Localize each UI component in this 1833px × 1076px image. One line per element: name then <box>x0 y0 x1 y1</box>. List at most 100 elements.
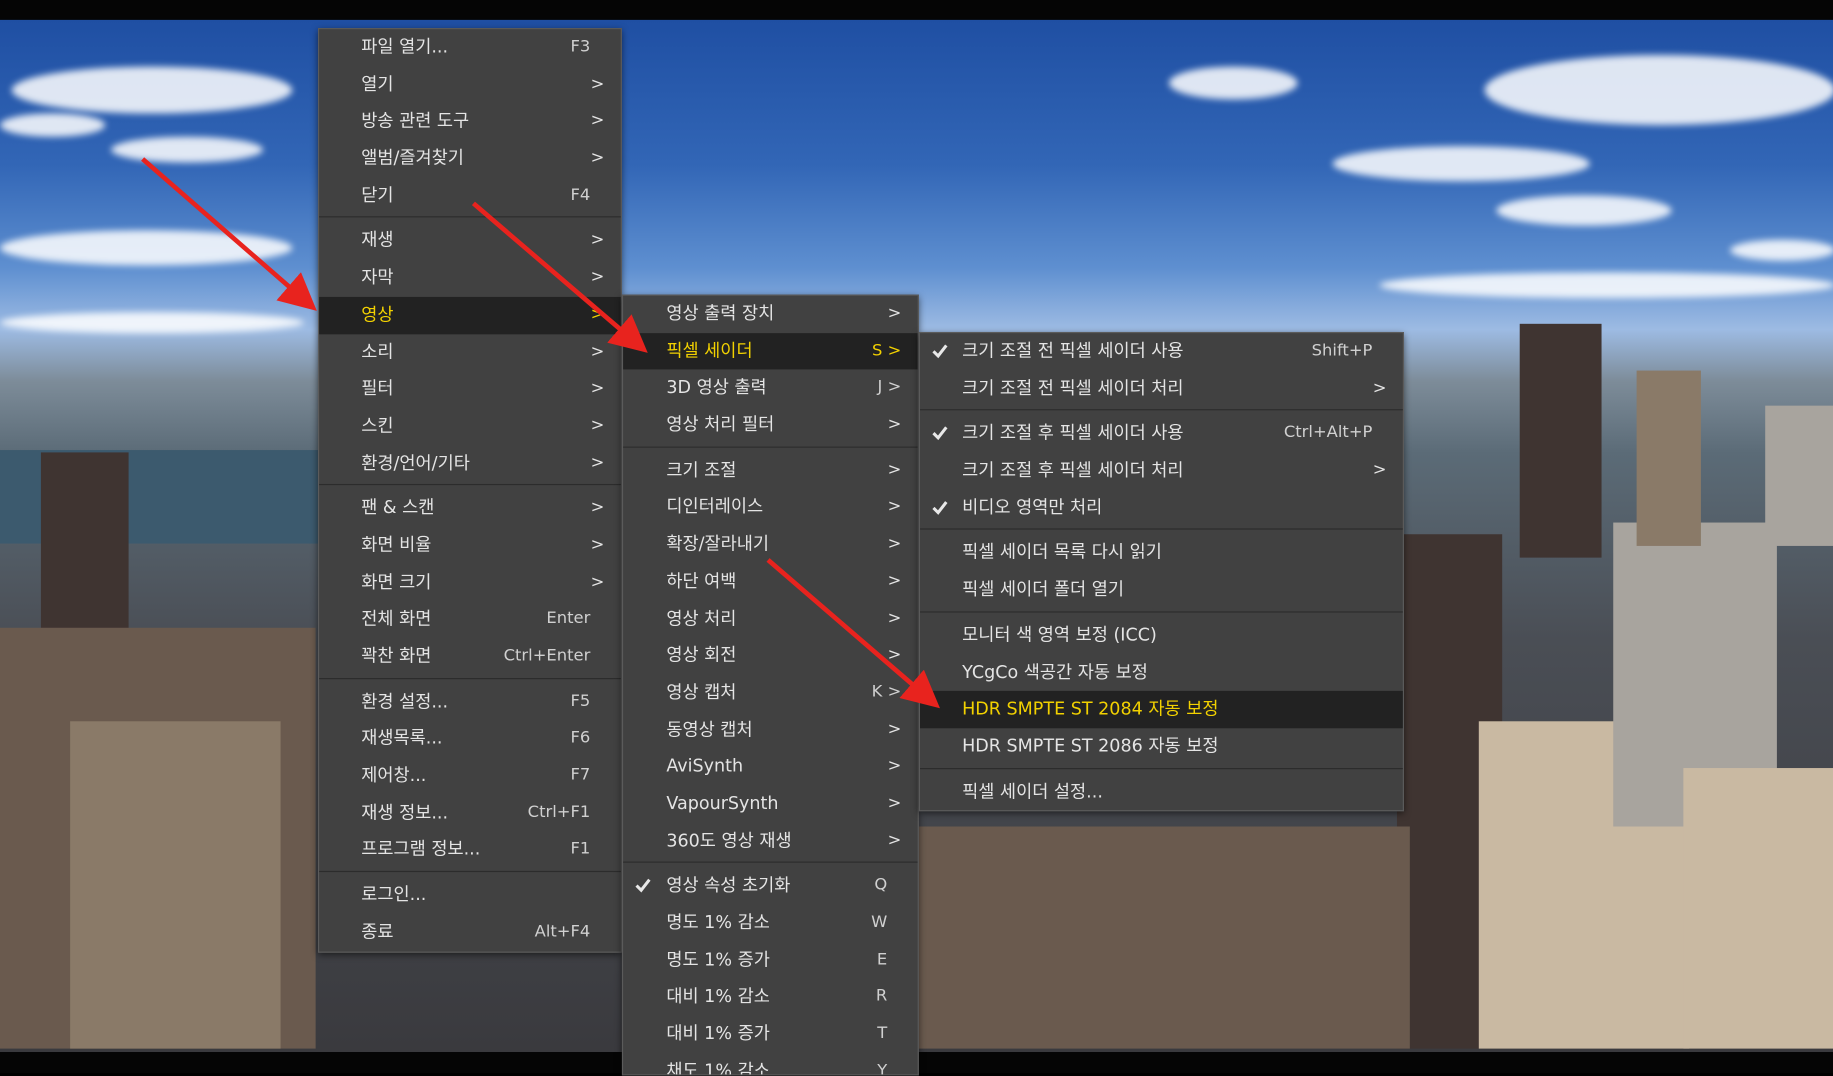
menu-item-label: 대비 1% 증가 <box>666 1022 770 1044</box>
menu-item-label: 열기 <box>361 73 394 95</box>
menu-item-vapoursynth[interactable]: VapourSynth > <box>623 786 918 823</box>
menu-item-label: 모니터 색 영역 보정 (ICC) <box>962 624 1157 646</box>
menu-item-label: 화면 크기 <box>361 571 432 593</box>
menu-item-영상-출력-장치[interactable]: 영상 출력 장치 > <box>623 296 918 333</box>
checkmark-icon <box>932 415 953 451</box>
menu-item-로그인[interactable]: 로그인... <box>319 877 621 914</box>
menu-item-전체-화면[interactable]: 전체 화면 Enter <box>319 601 621 638</box>
menu-item-종료[interactable]: 종료 Alt+F4 <box>319 914 621 951</box>
menu-item-픽셀-세이더-폴더-열기[interactable]: 픽셀 세이더 폴더 열기 <box>920 572 1403 609</box>
menu-item-디인터레이스[interactable]: 디인터레이스 > <box>623 489 918 526</box>
menu-item-앨범-즐겨찾기[interactable]: 앨범/즐겨찾기 > <box>319 140 621 177</box>
menu-item-팬-스캔[interactable]: 팬 & 스캔 > <box>319 490 621 527</box>
menu-item-영상-속성-초기화[interactable]: 영상 속성 초기화 Q <box>623 868 918 905</box>
menu-item-label: HDR SMPTE ST 2086 자동 보정 <box>962 735 1219 757</box>
menu-item-영상-처리[interactable]: 영상 처리 > <box>623 600 918 637</box>
menu-item-크기-조절-후-픽셀-세이더-처리[interactable]: 크기 조절 후 픽셀 세이더 처리 > <box>920 452 1403 489</box>
menu-item-label: 영상 <box>361 303 394 325</box>
menu-item-명도-1-감소[interactable]: 명도 1% 감소 W <box>623 905 918 942</box>
menu-item-360도-영상-재생[interactable]: 360도 영상 재생 > <box>623 823 918 860</box>
menu-item-재생-정보[interactable]: 재생 정보... Ctrl+F1 <box>319 795 621 832</box>
menu-item-label: 파일 열기... <box>361 36 449 58</box>
menu-item-명도-1-증가[interactable]: 명도 1% 증가 E <box>623 942 918 979</box>
shortcut-label: Ctrl+Alt+P <box>1283 423 1373 443</box>
menu-item-영상-처리-필터[interactable]: 영상 처리 필터 > <box>623 407 918 444</box>
menu-item-비디오-영역만-처리[interactable]: 비디오 영역만 처리 <box>920 490 1403 527</box>
shortcut-label: F4 <box>570 185 591 205</box>
menu-item-label: HDR SMPTE ST 2084 자동 보정 <box>962 698 1219 720</box>
menu-item-화면-비율[interactable]: 화면 비율 > <box>319 527 621 564</box>
menu-item-방송-관련-도구[interactable]: 방송 관련 도구 > <box>319 103 621 140</box>
menu-item-확장-잘라내기[interactable]: 확장/잘라내기 > <box>623 526 918 563</box>
menu-item-소리[interactable]: 소리 > <box>319 334 621 371</box>
menu-item-영상-캡처[interactable]: 영상 캡처 K > <box>623 674 918 711</box>
menu-item-크기-조절[interactable]: 크기 조절 > <box>623 452 918 489</box>
submenu-arrow-icon: > <box>887 756 902 776</box>
menu-item-label: 앨범/즐겨찾기 <box>361 147 464 169</box>
submenu-arrow-icon: > <box>887 534 902 554</box>
submenu-arrow-icon: > <box>590 267 605 287</box>
menu-item-label: 크기 조절 후 픽셀 세이더 처리 <box>962 459 1184 481</box>
menu-item-label: 소리 <box>361 340 394 362</box>
menu-item-영상[interactable]: 영상 > <box>319 296 621 334</box>
menu-item-label: 픽셀 세이더 목록 다시 읽기 <box>962 541 1162 563</box>
menu-item-제어창[interactable]: 제어창... F7 <box>319 758 621 795</box>
menu-item-avisynth[interactable]: AviSynth > <box>623 748 918 785</box>
menu-item-label: 하단 여백 <box>666 570 737 592</box>
menu-item-픽셀-세이더-목록-다시-읽기[interactable]: 픽셀 세이더 목록 다시 읽기 <box>920 535 1403 572</box>
submenu-arrow-icon: > <box>590 341 605 361</box>
submenu-arrow-icon: > <box>887 303 902 323</box>
menu-item-재생[interactable]: 재생 > <box>319 223 621 260</box>
shortcut-label: Ctrl+Enter <box>503 646 591 666</box>
menu-item-영상-회전[interactable]: 영상 회전 > <box>623 637 918 674</box>
shortcut-label: J > <box>877 378 902 397</box>
menu-item-모니터-색-영역-보정-icc[interactable]: 모니터 색 영역 보정 (ICC) <box>920 617 1403 654</box>
menu-item-프로그램-정보[interactable]: 프로그램 정보... F1 <box>319 832 621 869</box>
menu-item-label: 프로그램 정보... <box>361 838 481 860</box>
menu-item-label: 재생목록... <box>361 727 443 749</box>
menu-item-자막[interactable]: 자막 > <box>319 260 621 297</box>
menu-item-스킨[interactable]: 스킨 > <box>319 408 621 445</box>
submenu-arrow-icon: > <box>590 453 605 472</box>
menu-item-label: 디인터레이스 <box>666 496 764 518</box>
shortcut-label: F1 <box>570 839 591 859</box>
menu-item-크기-조절-전-픽셀-세이더-처리[interactable]: 크기 조절 전 픽셀 세이더 처리 > <box>920 370 1403 407</box>
menu-item-대비-1-증가[interactable]: 대비 1% 증가 T <box>623 1016 918 1053</box>
menu-item-하단-여백[interactable]: 하단 여백 > <box>623 563 918 600</box>
menu-item-대비-1-감소[interactable]: 대비 1% 감소 R <box>623 979 918 1016</box>
menu-item-hdr-smpte-st-2086-자동-보정[interactable]: HDR SMPTE ST 2086 자동 보정 <box>920 728 1403 765</box>
menu-item-채도-1-감소[interactable]: 채도 1% 감소 Y <box>623 1053 918 1074</box>
submenu-arrow-icon: > <box>590 498 605 517</box>
menu-item-꽉찬-화면[interactable]: 꽉찬 화면 Ctrl+Enter <box>319 638 621 675</box>
menu-item-label: YCgCo 색공간 자동 보정 <box>962 661 1148 683</box>
submenu-arrow-icon: > <box>887 793 902 813</box>
menu-item-환경-설정[interactable]: 환경 설정... F5 <box>319 684 621 721</box>
menu-item-hdr-smpte-st-2084-자동-보정[interactable]: HDR SMPTE ST 2084 자동 보정 <box>920 691 1403 729</box>
pixel-shader-submenu: 크기 조절 전 픽셀 세이더 사용 Shift+P 크기 조절 전 픽셀 세이더 처… <box>918 331 1404 812</box>
menu-item-파일-열기[interactable]: 파일 열기... F3 <box>319 29 621 66</box>
menu-item-label: 360도 영상 재생 <box>666 829 792 851</box>
menu-item-동영상-캡처[interactable]: 동영상 캡처 > <box>623 711 918 748</box>
menu-item-환경-언어-기타[interactable]: 환경/언어/기타 > <box>319 445 621 482</box>
submenu-arrow-icon: > <box>887 571 902 591</box>
top-black-bar <box>0 0 1833 20</box>
submenu-arrow-icon: > <box>887 608 902 628</box>
menu-item-크기-조절-후-픽셀-세이더-사용[interactable]: 크기 조절 후 픽셀 세이더 사용 Ctrl+Alt+P <box>920 415 1403 452</box>
menu-item-필터[interactable]: 필터 > <box>319 371 621 408</box>
menu-item-재생목록[interactable]: 재생목록... F6 <box>319 721 621 758</box>
submenu-arrow-icon: > <box>887 645 902 665</box>
menu-item-크기-조절-전-픽셀-세이더-사용[interactable]: 크기 조절 전 픽셀 세이더 사용 Shift+P <box>920 333 1403 370</box>
menu-item-닫기[interactable]: 닫기 F4 <box>319 177 621 214</box>
menu-item-화면-크기[interactable]: 화면 크기 > <box>319 564 621 601</box>
shortcut-label: T <box>877 1024 888 1043</box>
shortcut-label: Q <box>874 875 888 895</box>
menu-item-열기[interactable]: 열기 > <box>319 66 621 103</box>
submenu-arrow-icon: > <box>887 460 902 480</box>
menu-item-label: VapourSynth <box>666 792 779 814</box>
shortcut-label: Shift+P <box>1311 341 1373 361</box>
menu-item-label: 명도 1% 감소 <box>666 911 770 933</box>
menu-item-픽셀-세이더[interactable]: 픽셀 세이더 S > <box>623 332 918 370</box>
menu-item-ycgco-색공간-자동-보정[interactable]: YCgCo 색공간 자동 보정 <box>920 654 1403 691</box>
menu-item-픽셀-세이더-설정[interactable]: 픽셀 세이더 설정... <box>920 773 1403 810</box>
menu-item-3d-영상-출력[interactable]: 3D 영상 출력 J > <box>623 370 918 407</box>
